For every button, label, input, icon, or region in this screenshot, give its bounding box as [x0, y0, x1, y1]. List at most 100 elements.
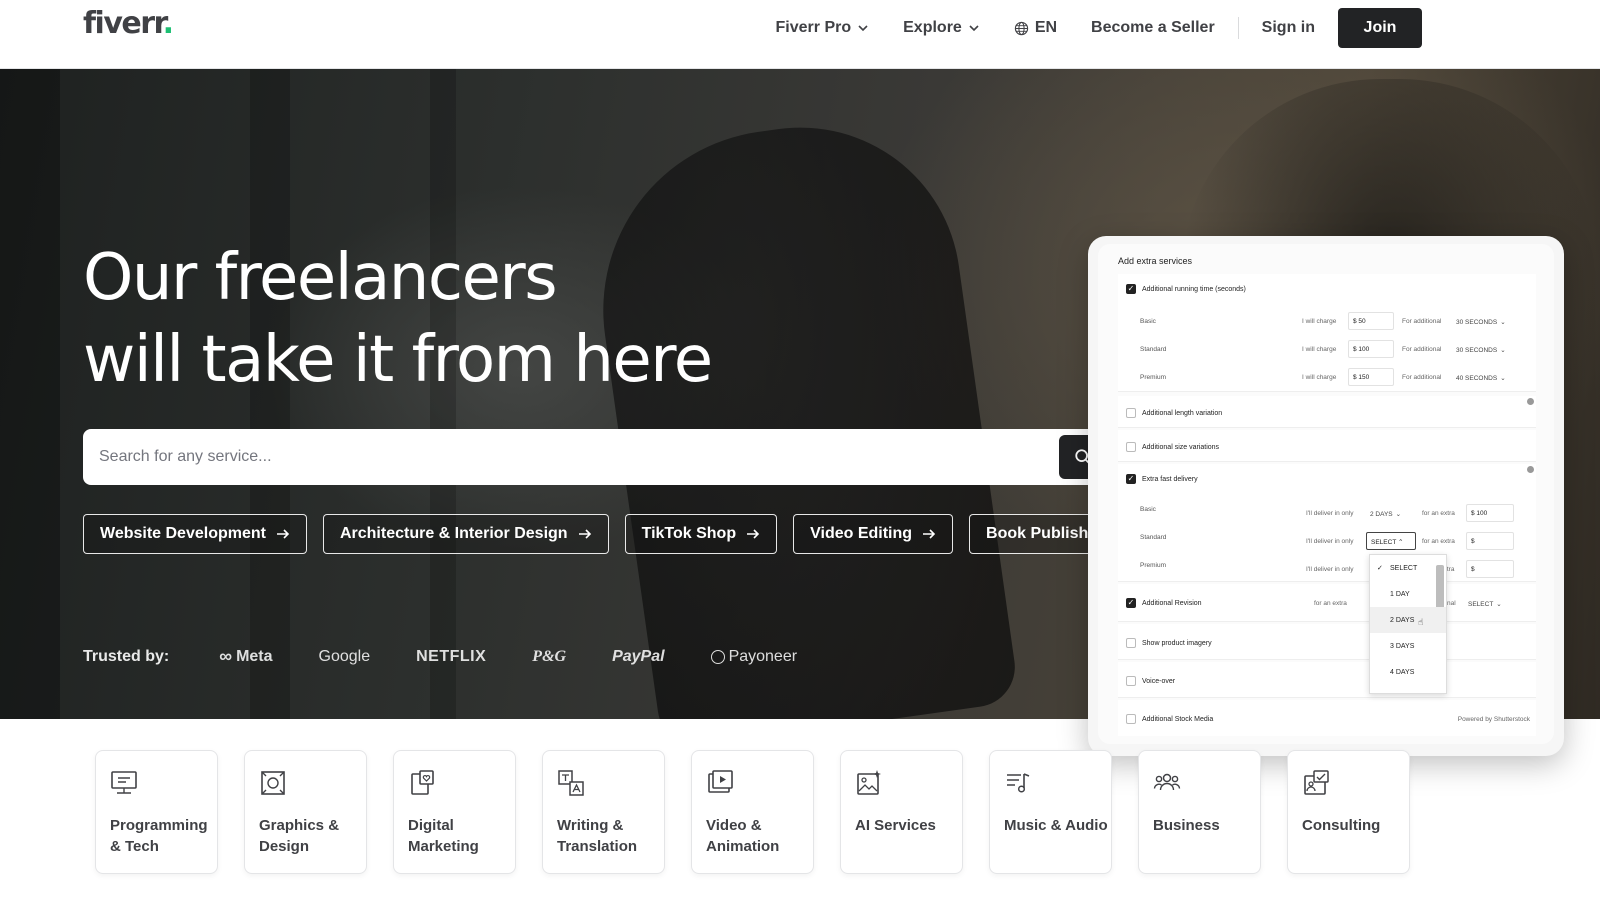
- netflix-logo: NETFLIX: [416, 647, 487, 665]
- chip-label: Website Development: [100, 525, 266, 542]
- explore-menu[interactable]: Explore: [886, 8, 997, 48]
- option-label: Additional Revision: [1142, 599, 1202, 607]
- hero-title-line1: Our freelancers: [83, 241, 558, 315]
- tier-label: Standard: [1140, 534, 1167, 541]
- fast-delivery-section: ✓ Extra fast delivery Basic I'll deliver …: [1118, 464, 1536, 582]
- become-seller-link[interactable]: Become a Seller: [1074, 8, 1232, 48]
- option-text: 1 DAY: [1390, 590, 1410, 598]
- chip-label: Video Editing: [810, 525, 913, 542]
- length-variation-section: Additional length variation: [1118, 396, 1536, 428]
- product-imagery-option[interactable]: Show product imagery: [1126, 638, 1212, 648]
- stock-media-option[interactable]: Additional Stock Media: [1126, 714, 1213, 724]
- extra-label: for an extra: [1422, 510, 1455, 517]
- extra-label: for an extra: [1422, 538, 1455, 545]
- category-writing-translation[interactable]: Writing & Translation: [542, 750, 665, 874]
- language-selector[interactable]: EN: [997, 8, 1074, 48]
- search-input[interactable]: [83, 448, 1023, 466]
- checkbox-unchecked[interactable]: [1126, 442, 1136, 452]
- fiverr-pro-menu[interactable]: Fiverr Pro: [759, 8, 887, 48]
- chip-label: Architecture & Interior Design: [339, 525, 568, 542]
- category-ai-services[interactable]: AI Services: [840, 750, 963, 874]
- chip-tiktok-shop[interactable]: TikTok Shop: [624, 514, 778, 554]
- category-consulting[interactable]: Consulting: [1287, 750, 1410, 874]
- charge-field[interactable]: $ 100: [1348, 340, 1394, 358]
- length-variation-option[interactable]: Additional length variation: [1126, 408, 1222, 418]
- background-shadow: [0, 69, 60, 719]
- sign-in-link[interactable]: Sign in: [1245, 8, 1332, 48]
- select-value: 2 DAYS: [1370, 510, 1393, 518]
- arrow-right-icon: [923, 529, 936, 539]
- deliver-label: I'll deliver in only: [1306, 510, 1354, 517]
- ai-image-icon: [857, 770, 881, 795]
- category-label: Business: [1153, 817, 1220, 834]
- quantity-select[interactable]: 30 SECONDS ⌄: [1456, 318, 1506, 327]
- category-label: Digital Marketing: [408, 817, 479, 855]
- category-label: Consulting: [1302, 817, 1381, 834]
- chip-video-editing[interactable]: Video Editing: [793, 514, 954, 554]
- chevron-down-icon: ⌄: [1395, 511, 1402, 518]
- option-label: Show product imagery: [1142, 639, 1212, 647]
- category-video-animation[interactable]: Video & Animation: [691, 750, 814, 874]
- logo-dot: .: [162, 6, 174, 41]
- checkbox-unchecked[interactable]: [1126, 676, 1136, 686]
- category-digital-marketing[interactable]: Digital Marketing: [393, 750, 516, 874]
- fast-delivery-option[interactable]: ✓ Extra fast delivery: [1126, 474, 1198, 484]
- delivery-select-open[interactable]: SELECT ⌃: [1366, 532, 1416, 550]
- checkbox-checked[interactable]: ✓: [1126, 598, 1136, 608]
- size-variations-section: Additional size variations: [1118, 430, 1536, 462]
- revision-select[interactable]: SELECT ⌄: [1468, 600, 1502, 609]
- consulting-icon: [1304, 770, 1329, 795]
- quantity-select[interactable]: 40 SECONDS ⌄: [1456, 374, 1506, 383]
- price-field[interactable]: $: [1466, 532, 1514, 550]
- chip-website-development[interactable]: Website Development: [83, 514, 307, 554]
- category-music-audio[interactable]: Music & Audio: [989, 750, 1112, 874]
- fiverr-pro-label: Fiverr Pro: [775, 19, 852, 36]
- info-icon: [1527, 398, 1534, 405]
- join-button[interactable]: Join: [1338, 8, 1422, 48]
- arrow-right-icon: [747, 529, 760, 539]
- charge-field[interactable]: $ 150: [1348, 368, 1394, 386]
- checkbox-unchecked[interactable]: [1126, 638, 1136, 648]
- fiverr-logo[interactable]: fiverr.: [83, 6, 174, 41]
- category-programming-tech[interactable]: Programming & Tech: [95, 750, 218, 874]
- checkbox-checked[interactable]: ✓: [1126, 474, 1136, 484]
- dropdown-option-4-days[interactable]: 4 DAYS: [1370, 659, 1446, 685]
- checkbox-checked[interactable]: ✓: [1126, 284, 1136, 294]
- running-time-option[interactable]: ✓ Additional running time (seconds): [1126, 284, 1246, 294]
- size-variations-option[interactable]: Additional size variations: [1126, 442, 1219, 452]
- revision-option[interactable]: ✓ Additional Revision: [1126, 598, 1202, 608]
- option-text: 3 DAYS: [1390, 642, 1415, 650]
- background-figure: [579, 106, 1021, 719]
- dropdown-option-2-days[interactable]: 2 DAYS ☝: [1370, 607, 1446, 633]
- chip-architecture-interior-design[interactable]: Architecture & Interior Design: [322, 514, 609, 554]
- tier-label: Basic: [1140, 318, 1156, 325]
- option-label: Additional length variation: [1142, 409, 1223, 417]
- top-header: fiverr. Fiverr Pro Explore EN Become a S…: [0, 0, 1600, 69]
- chip-book-publishing[interactable]: Book Publishing: [969, 514, 1098, 554]
- charge-label: I will charge: [1302, 374, 1337, 381]
- category-graphics-design[interactable]: Graphics & Design: [244, 750, 367, 874]
- powered-by-text: Powered by Shutterstock: [1457, 716, 1530, 723]
- select-value: SELECT: [1371, 539, 1397, 546]
- select-value: 30 SECONDS: [1456, 318, 1498, 326]
- charge-field[interactable]: $ 50: [1348, 312, 1394, 330]
- globe-icon: [1014, 21, 1028, 35]
- voice-over-option[interactable]: Voice-over: [1126, 676, 1175, 686]
- category-label: Video & Animation: [706, 817, 780, 855]
- chevron-down-icon: ⌄: [1496, 601, 1502, 608]
- price-field[interactable]: $ 100: [1466, 504, 1514, 522]
- dropdown-option-select[interactable]: ✓ SELECT: [1370, 555, 1446, 581]
- dropdown-option-1-day[interactable]: 1 DAY: [1370, 581, 1446, 607]
- chevron-down-icon: ⌄: [1500, 319, 1506, 326]
- hero-title: Our freelancers will take it from here: [83, 237, 713, 401]
- price-field[interactable]: $: [1466, 560, 1514, 578]
- checkbox-unchecked[interactable]: [1126, 714, 1136, 724]
- delivery-select[interactable]: 2 DAYS ⌄: [1370, 510, 1402, 519]
- for-label: For additional: [1402, 346, 1442, 353]
- dropdown-option-3-days[interactable]: 3 DAYS: [1370, 633, 1446, 659]
- category-cards: Programming & Tech Graphics & Design Dig…: [95, 750, 1410, 874]
- quantity-select[interactable]: 30 SECONDS ⌄: [1456, 346, 1506, 355]
- checkbox-unchecked[interactable]: [1126, 408, 1136, 418]
- category-business[interactable]: Business: [1138, 750, 1261, 874]
- design-icon: [261, 771, 285, 795]
